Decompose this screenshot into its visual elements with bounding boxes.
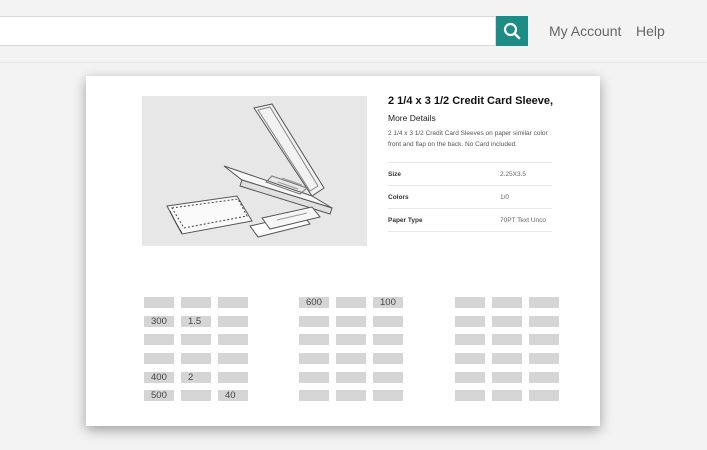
price-grid-cell[interactable] — [181, 297, 211, 308]
price-grid-cell[interactable] — [455, 390, 485, 401]
price-grid-cell[interactable] — [373, 372, 403, 383]
price-grid-cell[interactable] — [336, 316, 366, 327]
price-grid-cell[interactable] — [529, 390, 559, 401]
price-grid-cell[interactable] — [144, 353, 174, 364]
search-input[interactable] — [0, 16, 496, 46]
price-grid-cell[interactable]: 600 — [299, 297, 329, 308]
price-grid-cell[interactable] — [299, 372, 329, 383]
price-grid-cell[interactable] — [455, 372, 485, 383]
spec-label: Size — [388, 170, 402, 178]
price-grid-cell[interactable] — [529, 372, 559, 383]
price-grid-cell[interactable] — [218, 372, 248, 383]
price-grid-cell[interactable] — [218, 297, 248, 308]
laptop-sketch-image — [166, 103, 333, 238]
price-grid-cell[interactable] — [336, 372, 366, 383]
price-grid-cell[interactable] — [181, 390, 211, 401]
price-grid-cell[interactable] — [529, 297, 559, 308]
spec-row: Colors 1/0 — [388, 185, 552, 208]
price-grid-cell[interactable] — [336, 353, 366, 364]
price-grid-cell[interactable] — [336, 390, 366, 401]
price-grid-cell[interactable] — [373, 353, 403, 364]
price-grid-cell[interactable] — [492, 316, 522, 327]
price-grid-cell[interactable] — [455, 334, 485, 345]
price-grid-cell[interactable]: 500 — [144, 390, 174, 401]
price-grid-cell[interactable] — [529, 334, 559, 345]
price-grid-cell[interactable] — [181, 334, 211, 345]
search-icon — [503, 22, 521, 40]
price-grid-cell[interactable]: 400 — [144, 372, 174, 383]
spec-table: Size 2.25X3.5 Colors 1/0 Paper Type 70PT… — [388, 162, 552, 232]
price-grid-cell[interactable] — [299, 390, 329, 401]
price-grid-cell[interactable] — [492, 372, 522, 383]
product-description: 2 1/4 x 3 1/2 Credit Card Sleeves on pap… — [388, 130, 548, 148]
price-grid-cell[interactable] — [218, 316, 248, 327]
price-grid-cell[interactable] — [299, 316, 329, 327]
spec-label: Colors — [388, 193, 409, 201]
spec-value: 2.25X3.5 — [500, 170, 527, 178]
price-grid-cell[interactable]: 40 — [218, 390, 248, 401]
product-title: 2 1/4 x 3 1/2 Credit Card Sleeve, — [388, 95, 554, 107]
spec-row: Size 2.25X3.5 — [388, 162, 552, 185]
price-grid-cell[interactable] — [492, 334, 522, 345]
price-grid-cell[interactable] — [218, 334, 248, 345]
price-grid-cell[interactable]: 2 — [181, 372, 211, 383]
product-image — [142, 96, 367, 246]
search-button[interactable] — [496, 16, 528, 46]
price-grid-cell[interactable] — [373, 390, 403, 401]
price-grid-cell[interactable] — [529, 316, 559, 327]
spec-row: Paper Type 70PT Text Unco — [388, 208, 552, 232]
spec-value: 1/0 — [500, 193, 510, 201]
top-bar: My Account Help — [0, 0, 707, 63]
price-grid-cell[interactable] — [529, 353, 559, 364]
spec-label: Paper Type — [388, 216, 423, 224]
spec-value: 70PT Text Unco — [500, 216, 547, 224]
price-grid-cell[interactable] — [492, 353, 522, 364]
price-grid-cell[interactable] — [181, 353, 211, 364]
price-grid-cell[interactable] — [455, 297, 485, 308]
product-card: 2 1/4 x 3 1/2 Credit Card Sleeve, More D… — [86, 76, 600, 426]
price-grid-cell[interactable] — [299, 353, 329, 364]
price-grid-cell[interactable] — [144, 297, 174, 308]
price-grid-cell[interactable] — [144, 334, 174, 345]
more-details-link[interactable]: More Details — [388, 113, 436, 123]
price-grid-cell[interactable] — [299, 334, 329, 345]
price-grid-cell[interactable] — [492, 390, 522, 401]
price-grid-cell[interactable]: 1.5 — [181, 316, 211, 327]
price-grid-cell[interactable]: 100 — [373, 297, 403, 308]
help-link[interactable]: Help — [636, 23, 665, 39]
price-grid-cell[interactable] — [455, 316, 485, 327]
price-grid-cell[interactable] — [336, 334, 366, 345]
price-grid-cell[interactable] — [492, 297, 522, 308]
price-grid-cell[interactable] — [373, 316, 403, 327]
price-grid-cell[interactable]: 300 — [144, 316, 174, 327]
price-grid-cell[interactable] — [373, 334, 403, 345]
price-grid-cell[interactable] — [336, 297, 366, 308]
price-grid-cell[interactable] — [218, 353, 248, 364]
my-account-link[interactable]: My Account — [549, 23, 621, 39]
price-grid-cell[interactable] — [455, 353, 485, 364]
